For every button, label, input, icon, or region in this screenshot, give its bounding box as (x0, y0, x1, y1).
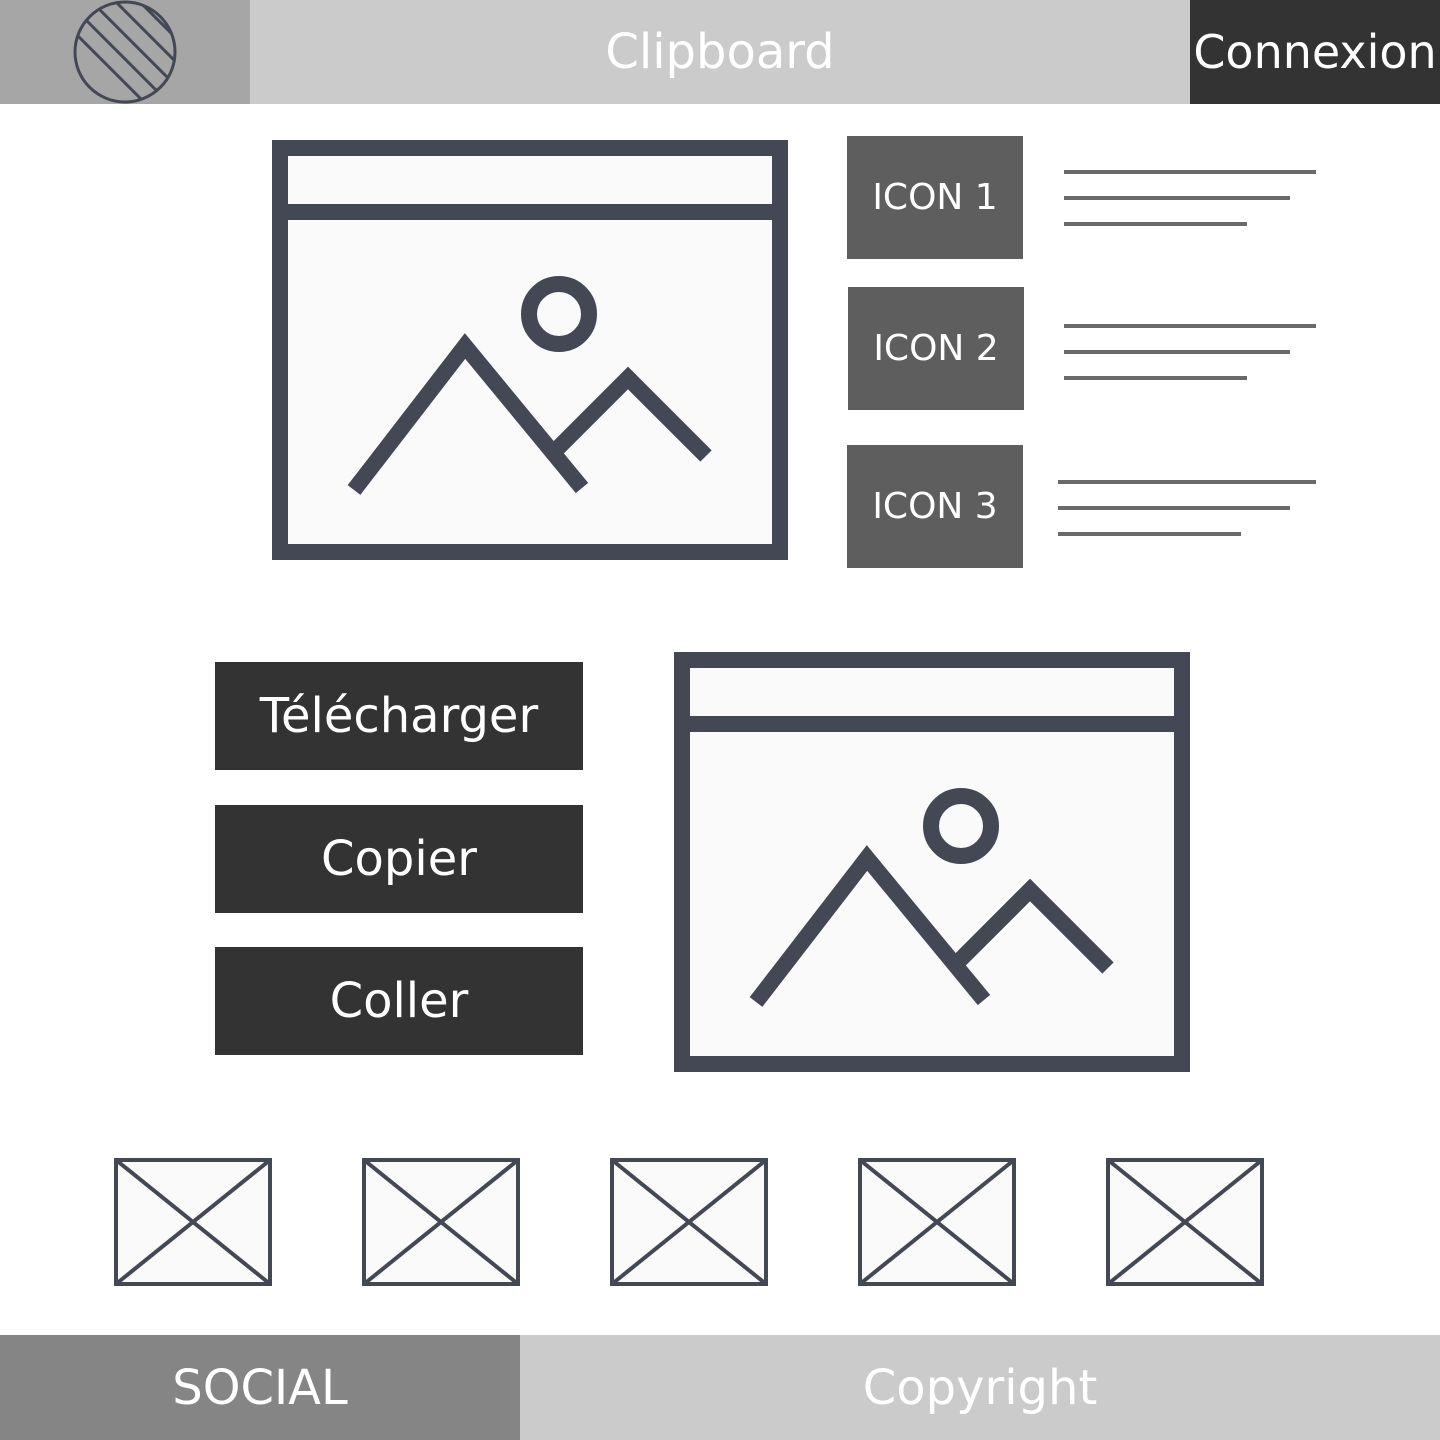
preview-image-placeholder-icon (674, 652, 1190, 1072)
paste-button[interactable]: Coller (215, 947, 583, 1055)
feature-1-text-placeholder (1064, 170, 1316, 230)
image-placeholder-x-icon[interactable] (610, 1158, 768, 1286)
image-placeholder-x-icon[interactable] (114, 1158, 272, 1286)
logo-hatched-circle-icon (73, 0, 177, 104)
image-placeholder-x-icon[interactable] (1106, 1158, 1264, 1286)
image-placeholder-x-icon[interactable] (858, 1158, 1016, 1286)
feature-icon-3[interactable]: ICON 3 (847, 445, 1023, 568)
feature-icon-2[interactable]: ICON 2 (848, 287, 1024, 410)
logo[interactable] (0, 0, 250, 104)
header: Clipboard Connexion (0, 0, 1440, 104)
page-title: Clipboard (250, 0, 1190, 104)
copyright-text: Copyright (520, 1335, 1440, 1440)
download-button[interactable]: Télécharger (215, 662, 583, 770)
feature-icon-1[interactable]: ICON 1 (847, 136, 1023, 259)
feature-2-text-placeholder (1064, 324, 1316, 384)
feature-3-text-placeholder (1058, 480, 1316, 540)
social-link[interactable]: SOCIAL (0, 1335, 520, 1440)
hero-image-placeholder-icon (272, 140, 788, 560)
image-placeholder-x-icon[interactable] (362, 1158, 520, 1286)
copy-button[interactable]: Copier (215, 805, 583, 913)
login-button[interactable]: Connexion (1190, 0, 1440, 104)
